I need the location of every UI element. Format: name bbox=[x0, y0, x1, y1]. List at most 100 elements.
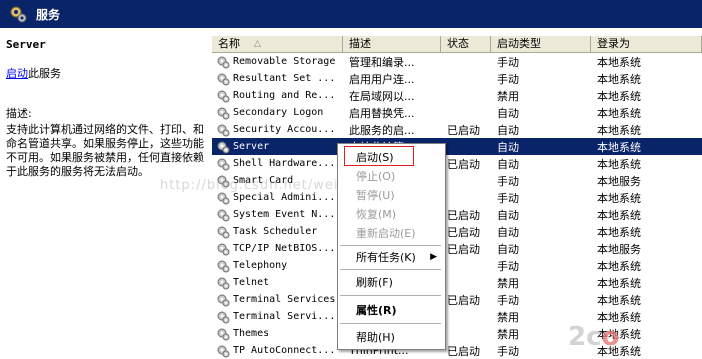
service-name: Security Accou... bbox=[233, 124, 336, 135]
page-title: 服务 bbox=[36, 7, 61, 22]
service-startup-type: 手动 bbox=[497, 293, 519, 307]
menu-item-all-tasks[interactable]: 所有任务(K) ▶ bbox=[338, 248, 443, 267]
service-startup-type: 手动 bbox=[497, 55, 519, 69]
service-status: 已启动 bbox=[447, 344, 480, 358]
service-name-cell: Server bbox=[212, 140, 343, 154]
title-bar: 服务 bbox=[0, 0, 702, 28]
service-name-cell: Terminal Servi... bbox=[212, 310, 343, 324]
column-header-status[interactable]: 状态 bbox=[441, 36, 491, 52]
menu-separator bbox=[340, 245, 441, 246]
service-name-cell: TCP/IP NetBIOS... bbox=[212, 242, 343, 256]
service-startup-type: 自动 bbox=[497, 106, 519, 120]
service-name: Routing and Re... bbox=[233, 90, 336, 101]
menu-separator bbox=[340, 269, 441, 270]
service-log-on-as: 本地系统 bbox=[597, 293, 641, 307]
service-startup-type: 自动 bbox=[497, 242, 519, 256]
column-header-row: 名称 △ 描述 状态 启动类型 登录为 bbox=[212, 36, 702, 53]
service-row[interactable]: Secondary Logon 启用替换凭... 自动 本地系统 bbox=[212, 104, 702, 121]
service-status: 已启动 bbox=[447, 225, 480, 239]
service-status: 已启动 bbox=[447, 123, 480, 137]
service-status: 已启动 bbox=[447, 208, 480, 222]
menu-item-properties[interactable]: 属性(R) bbox=[338, 301, 443, 320]
service-row[interactable]: TP AutoConnect... ThinPrint... 已启动 手动 本地系统 bbox=[212, 342, 702, 359]
service-description: 启用用户连... bbox=[349, 72, 415, 86]
menu-item-stop[interactable]: 停止(O) bbox=[338, 167, 443, 186]
service-row[interactable]: Resultant Set ... 启用用户连... 手动 本地系统 bbox=[212, 70, 702, 87]
column-header-name[interactable]: 名称 △ bbox=[212, 36, 343, 52]
service-startup-type: 手动 bbox=[497, 259, 519, 273]
service-description: 管理和编录... bbox=[349, 55, 415, 69]
menu-item-pause[interactable]: 暂停(U) bbox=[338, 186, 443, 205]
menu-item-restart[interactable]: 重新启动(E) bbox=[338, 224, 443, 243]
service-row[interactable]: System Event N... 已启动 自动 本地系统 bbox=[212, 206, 702, 223]
menu-item-refresh[interactable]: 刷新(F) bbox=[338, 273, 443, 292]
menu-separator bbox=[340, 323, 441, 324]
service-name: Task Scheduler bbox=[233, 226, 318, 237]
service-row[interactable]: Server支持此计算...自动本地系统 bbox=[212, 138, 702, 155]
service-name-cell: Themes bbox=[212, 327, 343, 341]
service-log-on-as: 本地系统 bbox=[597, 191, 641, 205]
service-startup-type: 自动 bbox=[497, 123, 519, 137]
service-log-on-as: 本地系统 bbox=[597, 123, 641, 137]
menu-separator bbox=[340, 295, 441, 296]
service-icon bbox=[216, 344, 230, 358]
service-name-cell: System Event N... bbox=[212, 208, 343, 222]
start-service-link[interactable]: 启动 bbox=[6, 67, 28, 80]
service-name-cell: Telnet bbox=[212, 276, 343, 290]
menu-item-help[interactable]: 帮助(H) bbox=[338, 328, 443, 347]
service-startup-type: 手动 bbox=[497, 72, 519, 86]
service-name: TCP/IP NetBIOS... bbox=[233, 243, 336, 254]
service-startup-type: 自动 bbox=[497, 208, 519, 222]
service-row[interactable]: Terminal Servi... 禁用 本地系统 bbox=[212, 308, 702, 325]
start-highlight-annotation bbox=[344, 146, 414, 166]
submenu-arrow-icon: ▶ bbox=[430, 252, 437, 262]
column-header-description[interactable]: 描述 bbox=[343, 36, 441, 52]
column-header-name-label: 名称 bbox=[218, 37, 240, 50]
service-row[interactable]: Terminal Services 已启动 手动 本地系统 bbox=[212, 291, 702, 308]
column-header-startup-type[interactable]: 启动类型 bbox=[491, 36, 591, 52]
service-name-cell: Task Scheduler bbox=[212, 225, 343, 239]
site-logo: 2co bbox=[568, 322, 620, 352]
service-startup-type: 禁用 bbox=[497, 89, 519, 103]
service-name-cell: Routing and Re... bbox=[212, 89, 343, 103]
menu-item-resume[interactable]: 恢复(M) bbox=[338, 205, 443, 224]
service-row[interactable]: Security Accou... 此服务的启... 已启动 自动 本地系统 bbox=[212, 121, 702, 138]
service-row[interactable]: Routing and Re... 在局域网以... 禁用 本地系统 bbox=[212, 87, 702, 104]
sort-ascending-icon: △ bbox=[254, 39, 261, 49]
service-name: System Event N... bbox=[233, 209, 336, 220]
service-name-cell: Terminal Services bbox=[212, 293, 343, 307]
service-row[interactable]: Removable Storage 管理和编录... 手动 本地系统 bbox=[212, 53, 702, 70]
start-service-line: 启动此服务 bbox=[6, 65, 206, 81]
service-row[interactable]: Task Scheduler 已启动 自动 本地系统 bbox=[212, 223, 702, 240]
service-log-on-as: 本地系统 bbox=[597, 72, 641, 86]
service-name: Resultant Set ... bbox=[233, 73, 336, 84]
service-name: Server bbox=[233, 141, 270, 152]
service-row[interactable]: Themes 禁用 本地系统 bbox=[212, 325, 702, 342]
service-log-on-as: 本地系统 bbox=[597, 89, 641, 103]
service-log-on-as: 本地系统 bbox=[597, 157, 641, 171]
service-icon bbox=[216, 310, 230, 324]
service-row[interactable]: Telnet 禁用 本地系统 bbox=[212, 274, 702, 291]
service-name: Terminal Servi... bbox=[233, 311, 336, 322]
service-row[interactable]: TCP/IP NetBIOS... 已启动 自动 本地服务 bbox=[212, 240, 702, 257]
service-status: 已启动 bbox=[447, 242, 480, 256]
service-startup-type: 禁用 bbox=[497, 276, 519, 290]
service-description: 启用替换凭... bbox=[349, 106, 415, 120]
service-icon bbox=[216, 123, 230, 137]
service-name-cell: Removable Storage bbox=[212, 55, 343, 69]
service-row[interactable]: Shell Hardware... 已启动 自动 本地系统 bbox=[212, 155, 702, 172]
column-header-log-on-as[interactable]: 登录为 bbox=[591, 36, 702, 52]
service-row[interactable]: Telephony 手动 本地系统 bbox=[212, 257, 702, 274]
service-log-on-as: 本地系统 bbox=[597, 140, 641, 154]
service-status: 已启动 bbox=[447, 293, 480, 307]
service-log-on-as: 本地系统 bbox=[597, 225, 641, 239]
service-status: 已启动 bbox=[447, 157, 480, 171]
service-name: Secondary Logon bbox=[233, 107, 324, 118]
service-name-cell: Resultant Set ... bbox=[212, 72, 343, 86]
service-name: TP AutoConnect... bbox=[233, 345, 336, 356]
service-icon bbox=[216, 242, 230, 256]
service-log-on-as: 本地系统 bbox=[597, 106, 641, 120]
service-log-on-as: 本地服务 bbox=[597, 174, 641, 188]
service-icon bbox=[216, 72, 230, 86]
service-description: 在局域网以... bbox=[349, 89, 415, 103]
